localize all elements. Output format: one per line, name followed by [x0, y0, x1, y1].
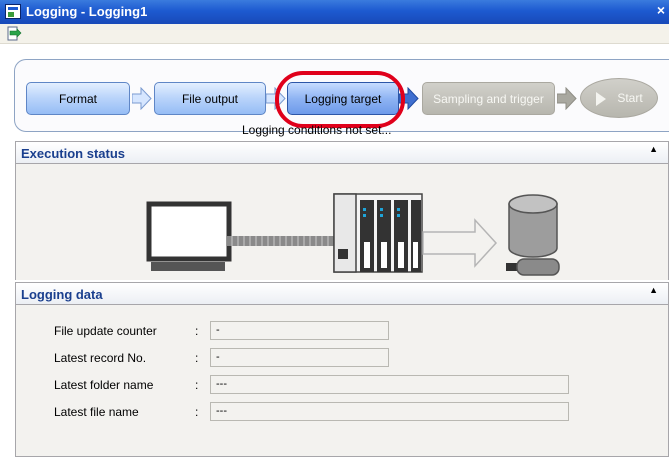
file-update-counter-value: -	[210, 321, 389, 340]
start-label: Start	[617, 91, 643, 105]
step-sampling-and-trigger[interactable]: Sampling and trigger	[422, 82, 555, 115]
field-colon: :	[195, 351, 199, 365]
execution-status-header[interactable]: Execution status ▲	[15, 141, 669, 164]
step-file-output-label: File output	[181, 91, 239, 106]
logging-diagram	[146, 193, 560, 276]
transfer-arrow-icon	[422, 218, 498, 268]
step-file-output[interactable]: File output	[154, 82, 266, 115]
panel-title: Execution status	[21, 146, 126, 161]
usb-icon	[506, 258, 560, 276]
toolbar	[0, 24, 669, 44]
latest-folder-name-value: ---	[210, 375, 569, 394]
export-icon[interactable]	[6, 26, 22, 42]
plc-icon	[333, 193, 423, 273]
callout-highlight	[275, 71, 405, 128]
field-label: Latest file name	[54, 405, 139, 419]
panel-title: Logging data	[21, 287, 103, 302]
execution-status-panel	[15, 164, 669, 280]
field-label: File update counter	[54, 324, 157, 338]
computer-icon	[146, 201, 232, 271]
field-colon: :	[195, 405, 199, 419]
collapse-icon[interactable]: ▲	[649, 285, 658, 295]
step-arrow-icon	[557, 87, 577, 110]
field-label: Latest record No.	[54, 351, 147, 365]
latest-file-name-value: ---	[210, 402, 569, 421]
logging-data-header[interactable]: Logging data ▲	[15, 282, 669, 305]
step-format[interactable]: Format	[26, 82, 130, 115]
window-title: Logging - Logging1	[26, 4, 148, 19]
field-colon: :	[195, 324, 199, 338]
step-arrow-icon	[132, 87, 152, 110]
title-bar: Logging - Logging1 ×	[0, 0, 669, 24]
start-button[interactable]: Start	[580, 78, 658, 118]
step-format-label: Format	[58, 91, 97, 106]
status-text: Logging conditions not set...	[242, 123, 392, 137]
latest-record-value: -	[210, 348, 389, 367]
logging-data-panel: File update counter : - Latest record No…	[15, 305, 669, 457]
play-icon	[596, 92, 606, 106]
storage-icon	[508, 194, 558, 258]
app-icon	[5, 4, 21, 19]
close-icon[interactable]: ×	[657, 2, 665, 18]
field-label: Latest folder name	[54, 378, 154, 392]
step-sampling-label: Sampling and trigger	[433, 91, 544, 106]
collapse-icon[interactable]: ▲	[649, 144, 658, 154]
field-colon: :	[195, 378, 199, 392]
